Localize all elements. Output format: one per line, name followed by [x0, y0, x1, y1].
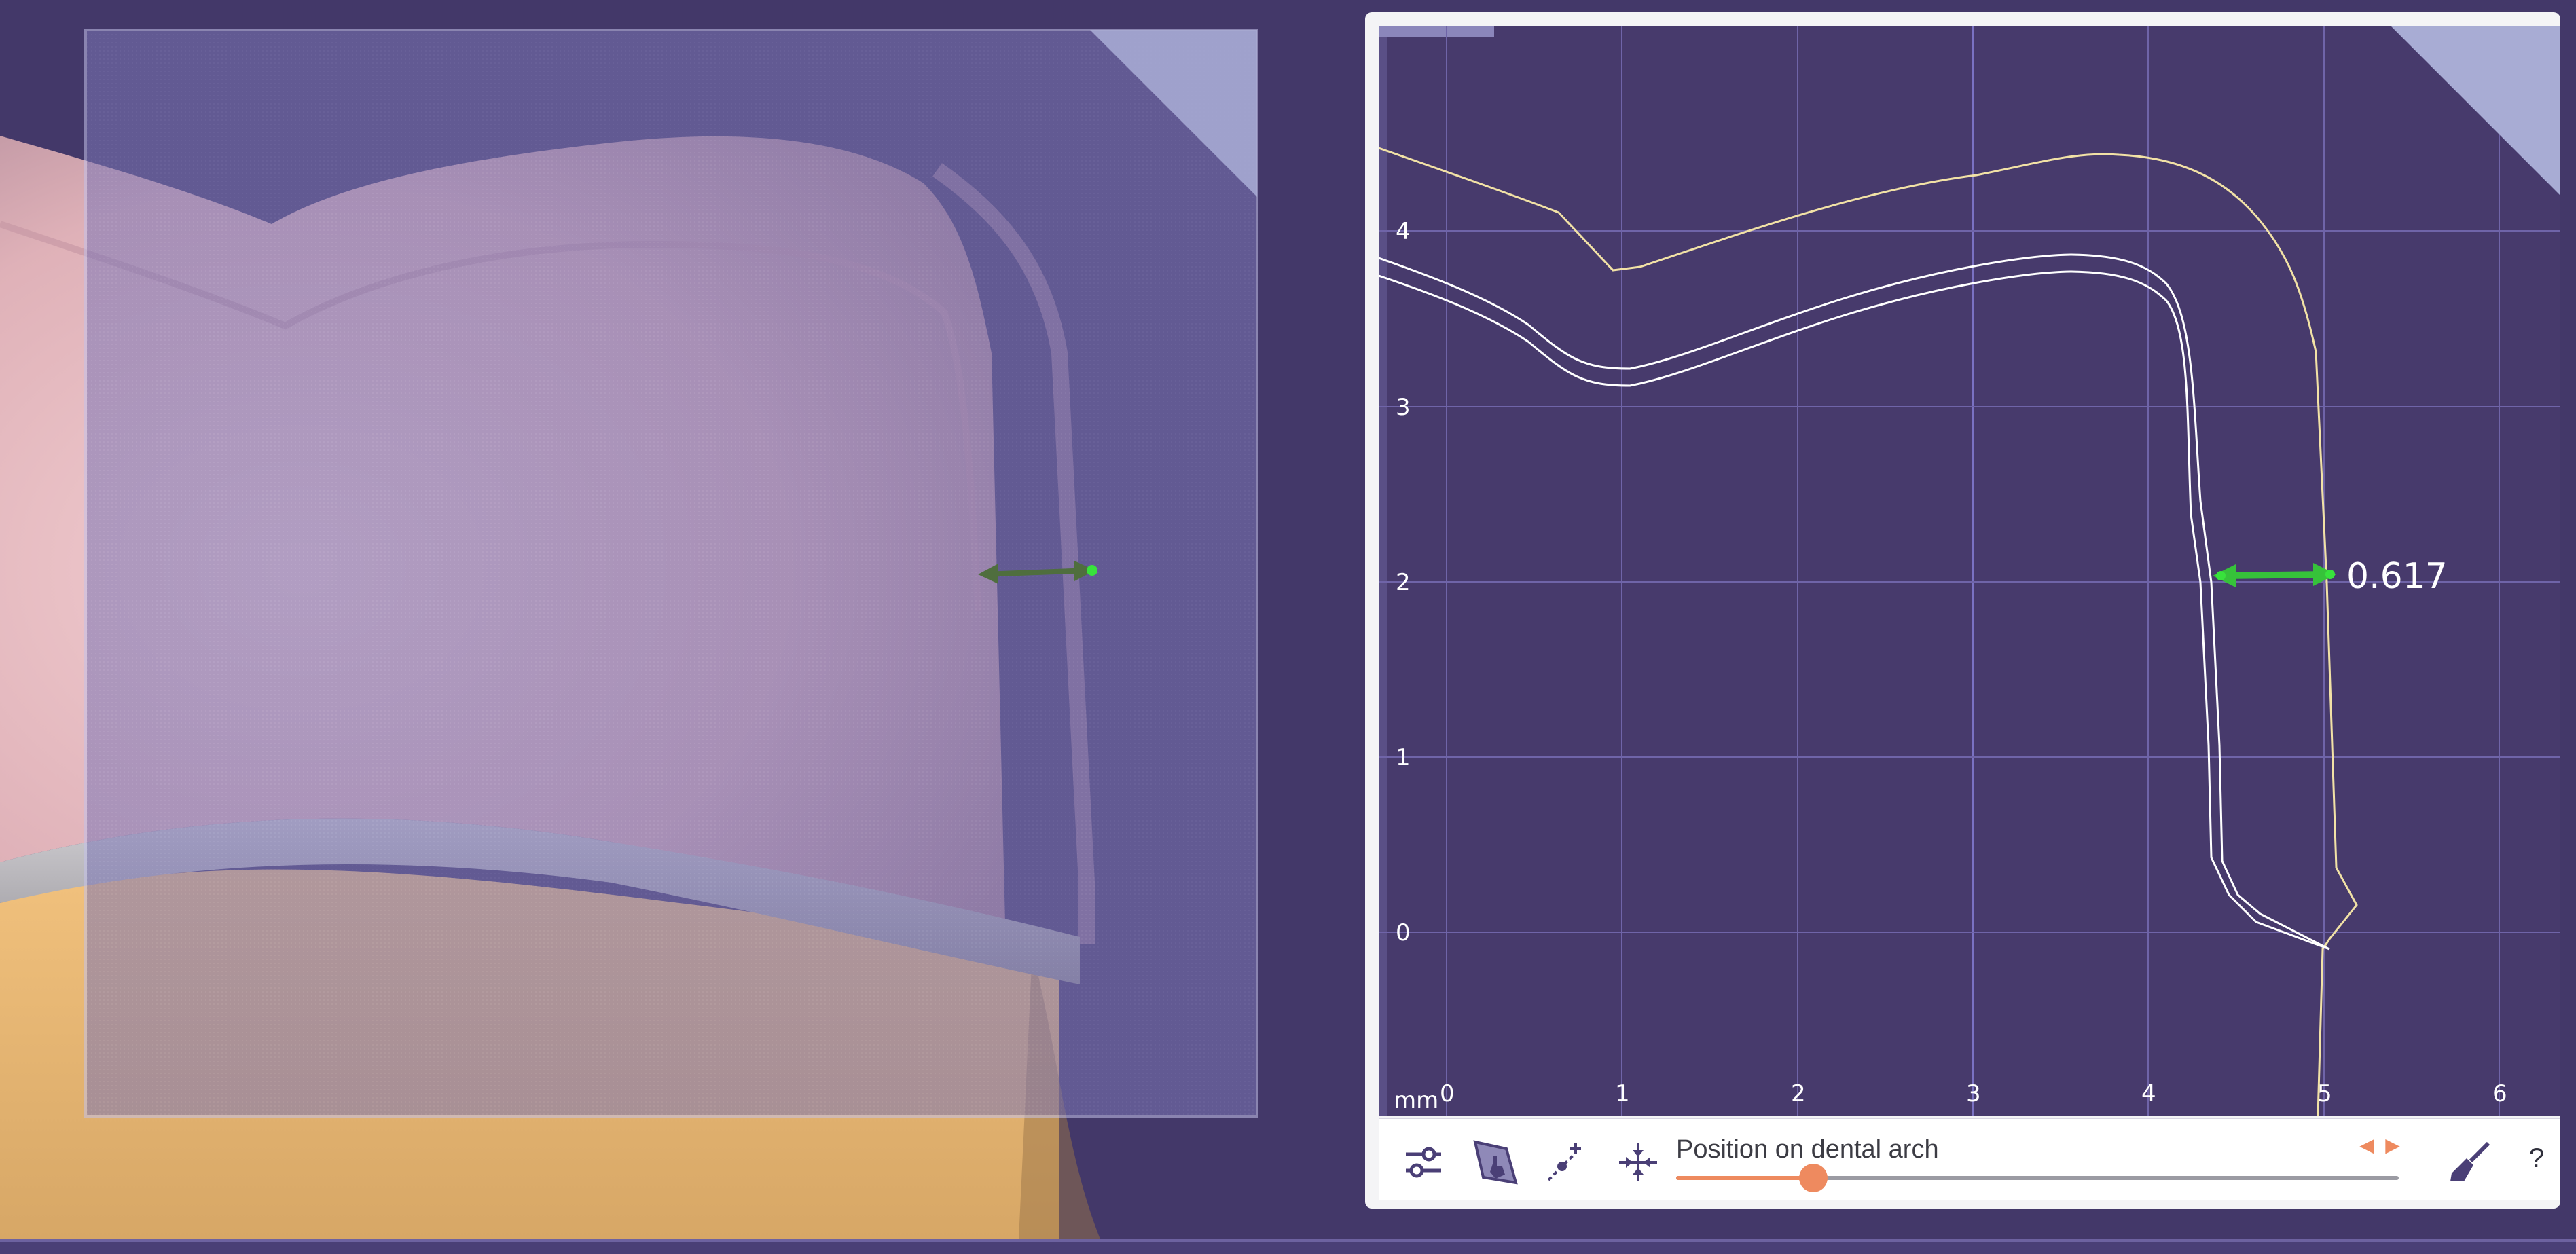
3d-measurement-point[interactable] [1087, 565, 1097, 576]
measure-start-point[interactable] [2216, 571, 2226, 580]
section-scroll-indicator[interactable] [1379, 26, 1494, 37]
x-tick-1: 1 [1615, 1080, 1630, 1107]
y-tick-2: 2 [1396, 569, 1411, 596]
add-point-icon[interactable] [1542, 1138, 1591, 1187]
chevron-right-icon[interactable]: ▶ [2382, 1135, 2403, 1156]
position-slider[interactable] [1676, 1164, 2399, 1192]
y-tick-4: 4 [1396, 218, 1411, 245]
slider-label: Position on dental arch [1676, 1135, 1939, 1164]
y-tick-3: 3 [1396, 394, 1411, 421]
help-button[interactable]: ? [2523, 1138, 2550, 1179]
slider-fill [1676, 1176, 1814, 1180]
slider-thumb[interactable] [1799, 1164, 1828, 1192]
measurement-value: 0.617 [2346, 556, 2448, 597]
section-plot[interactable]: 0.617 4 3 2 1 0 0 1 2 3 4 5 6 mm [1379, 26, 2560, 1116]
axis-unit-label: mm [1394, 1087, 1438, 1114]
x-tick-6: 6 [2492, 1080, 2507, 1107]
section-view-panel: 0.617 4 3 2 1 0 0 1 2 3 4 5 6 mm Positio… [1365, 12, 2560, 1209]
settings-sliders-icon[interactable] [1399, 1138, 1448, 1187]
measure-end-point[interactable] [2325, 570, 2335, 579]
bottom-status-strip [0, 1239, 2576, 1254]
x-tick-3: 3 [1966, 1080, 1981, 1107]
x-tick-2: 2 [1791, 1080, 1806, 1107]
section-toolbar: Position on dental arch ◀ ▶ ? [1379, 1118, 2560, 1200]
clean-brush-icon[interactable] [2445, 1138, 2494, 1187]
pick-hand-icon[interactable] [1471, 1138, 1520, 1187]
y-tick-1: 1 [1396, 744, 1411, 771]
chevron-left-icon[interactable]: ◀ [2357, 1135, 2377, 1156]
x-tick-4: 4 [2141, 1080, 2156, 1107]
section-measurement-line [2220, 571, 2329, 579]
fit-view-icon[interactable] [1614, 1138, 1663, 1187]
x-tick-5: 5 [2317, 1080, 2332, 1107]
y-tick-0: 0 [1396, 919, 1411, 946]
3d-viewport[interactable] [0, 0, 1358, 1239]
x-tick-0: 0 [1440, 1080, 1455, 1107]
